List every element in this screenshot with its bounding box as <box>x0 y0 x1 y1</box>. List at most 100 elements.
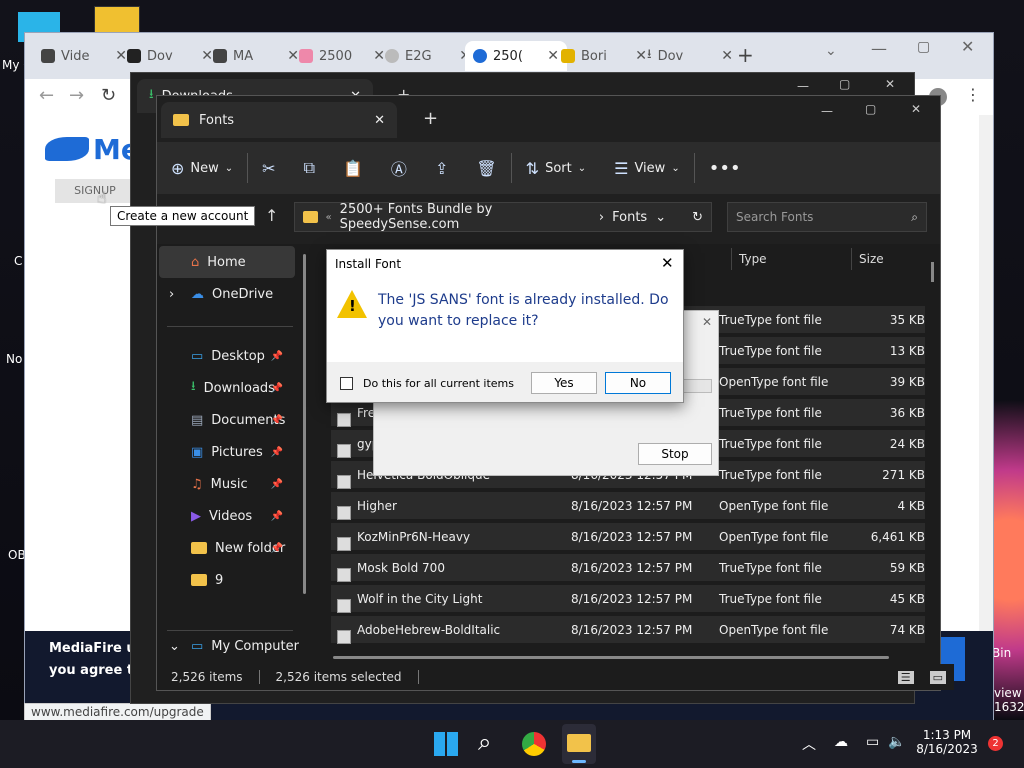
tab-search-icon[interactable]: ⌄ <box>825 43 837 59</box>
share-button[interactable]: ⇪ <box>421 142 462 194</box>
tray-chevron-up-icon[interactable]: ︿ <box>802 734 816 754</box>
delete-button[interactable]: 🗑 <box>462 142 510 194</box>
chevron-right-icon[interactable]: › <box>169 287 174 302</box>
network-icon[interactable]: ☁ <box>834 734 848 750</box>
details-view-icon[interactable]: ☰ <box>897 670 914 684</box>
sidebar-item-my-computer[interactable]: ⌄ ▭ My Computer <box>159 630 327 662</box>
tab-title: Fonts <box>199 112 235 128</box>
volume-icon[interactable]: 🔈 <box>888 734 905 750</box>
close-icon[interactable]: ✕ <box>721 48 733 64</box>
file-explorer-app-icon[interactable] <box>562 724 596 764</box>
no-button[interactable]: No <box>605 372 671 394</box>
sort-button[interactable]: ⇅ Sort ⌄ <box>512 142 600 194</box>
sidebar-scrollbar[interactable] <box>303 254 306 594</box>
divider <box>167 326 293 327</box>
sidebar-item-pictures[interactable]: ▣ Pictures 📌 <box>159 436 295 468</box>
file-size: 6,461 KB <box>870 529 925 544</box>
table-row[interactable]: KozMinPr6N-Heavy 8/16/2023 12:57 PM OpenTy… <box>331 523 925 551</box>
breadcrumb-separator: « <box>325 211 332 223</box>
more-options-button[interactable]: ••• <box>695 142 755 194</box>
table-row[interactable]: Mosk Bold 700 8/16/2023 12:57 PM TrueType … <box>331 554 925 582</box>
refresh-icon[interactable]: ↻ <box>692 210 703 225</box>
search-input[interactable]: Search Fonts ⌕ <box>727 202 927 232</box>
chrome-tab[interactable]: E2G✕ <box>377 41 479 71</box>
minimize-icon[interactable]: — <box>871 39 887 58</box>
close-icon[interactable]: ✕ <box>911 102 921 116</box>
column-header-type[interactable]: Type <box>739 252 767 266</box>
cut-button[interactable]: ✂ <box>248 142 289 194</box>
sidebar-item-music[interactable]: ♫ Music 📌 <box>159 468 295 500</box>
pin-icon[interactable]: 📌 <box>271 447 283 458</box>
chrome-tab-active[interactable]: 250(✕ <box>465 41 567 71</box>
table-row[interactable]: Wolf in the City Light 8/16/2023 12:57 PM… <box>331 585 925 613</box>
yes-button[interactable]: Yes <box>531 372 597 394</box>
breadcrumb-item[interactable]: Fonts <box>612 210 647 225</box>
tab-label: MA <box>233 48 254 64</box>
new-button[interactable]: ⊕ New ⌄ <box>157 142 247 194</box>
chrome-tab[interactable]: ⭳ Dov ✕ <box>639 41 741 71</box>
close-icon[interactable]: ✕ <box>702 315 712 329</box>
up-arrow-icon[interactable]: ↑ <box>265 206 278 225</box>
search-icon[interactable]: ⌕ <box>478 728 491 756</box>
breadcrumb-item[interactable]: 2500+ Fonts Bundle by SpeedySense.com <box>340 202 591 232</box>
display-icon[interactable]: ▭ <box>866 734 879 750</box>
sidebar-item-9[interactable]: 9 <box>159 564 295 596</box>
copy-button[interactable]: ⧉ <box>290 142 329 194</box>
maximize-icon[interactable]: ▢ <box>917 39 930 55</box>
close-icon[interactable]: ✕ <box>885 77 895 91</box>
paste-button[interactable]: 📋 <box>329 142 377 194</box>
view-button[interactable]: ☰ View ⌄ <box>600 142 694 194</box>
sidebar-item-documents[interactable]: ▤ Documents 📌 <box>159 404 295 436</box>
navigation-pane: ⌂ Home › ☁ OneDrive ▭ Desktop 📌 ⭳ Downloads 📌 ▤… <box>157 244 307 664</box>
pin-icon[interactable]: 📌 <box>271 479 283 490</box>
file-size: 59 KB <box>889 560 925 575</box>
share-icon: ⇪ <box>434 158 449 178</box>
sidebar-item-downloads[interactable]: ⭳ Downloads 📌 <box>159 372 295 404</box>
chevron-down-icon[interactable]: ⌄ <box>655 210 666 225</box>
clock[interactable]: 1:13 PM 8/16/2023 <box>912 728 982 756</box>
horizontal-scrollbar[interactable] <box>333 656 889 659</box>
close-icon[interactable]: ✕ <box>661 254 674 272</box>
new-tab-button[interactable]: + <box>423 108 438 129</box>
tiles-view-icon[interactable]: ▭ <box>929 670 946 684</box>
signup-button[interactable]: SIGNUP <box>55 179 135 203</box>
close-icon[interactable]: ✕ <box>961 37 974 56</box>
table-row[interactable]: Higher 8/16/2023 12:57 PM OpenType font fi… <box>331 492 925 520</box>
pin-icon[interactable]: 📌 <box>271 415 283 426</box>
menu-kebab-icon[interactable]: ⋮ <box>965 85 981 104</box>
pin-icon[interactable]: 📌 <box>271 543 283 554</box>
sidebar-item-desktop[interactable]: ▭ Desktop 📌 <box>159 340 295 372</box>
column-header-size[interactable]: Size <box>859 252 884 266</box>
sidebar-item-onedrive[interactable]: › ☁ OneDrive <box>159 278 295 310</box>
start-windows-icon[interactable] <box>434 732 458 756</box>
new-tab-button[interactable]: + <box>737 43 754 67</box>
table-row[interactable]: AdobeHebrew-BoldItalic 8/16/2023 12:57 PM… <box>331 616 925 644</box>
sidebar-item-new-folder[interactable]: New folder 📌 <box>159 532 295 564</box>
tab-label: E2G <box>405 48 432 64</box>
maximize-icon[interactable]: ▢ <box>865 102 876 116</box>
sidebar-item-home[interactable]: ⌂ Home <box>159 246 295 278</box>
chrome-app-icon[interactable] <box>522 732 546 756</box>
pin-icon[interactable]: 📌 <box>271 351 283 362</box>
reload-icon[interactable]: ↻ <box>101 85 116 106</box>
sidebar-item-videos[interactable]: ▶ Videos 📌 <box>159 500 295 532</box>
vertical-scrollbar[interactable] <box>931 262 934 282</box>
forward-arrow-icon[interactable]: → <box>69 85 84 106</box>
file-type: OpenType font file <box>719 529 829 544</box>
rename-button[interactable]: Ⓐ <box>377 142 421 194</box>
pin-icon[interactable]: 📌 <box>271 511 283 522</box>
file-type: TrueType font file <box>719 591 822 606</box>
minimize-icon[interactable]: — <box>821 104 833 118</box>
stop-button[interactable]: Stop <box>638 443 712 465</box>
maximize-icon[interactable]: ▢ <box>839 77 850 91</box>
chevron-down-icon[interactable]: ⌄ <box>169 639 180 654</box>
address-bar[interactable]: « 2500+ Fonts Bundle by SpeedySense.com … <box>294 202 712 232</box>
minimize-icon[interactable]: — <box>797 79 809 93</box>
notification-badge[interactable]: 2 <box>988 736 1003 751</box>
copy-icon: ⧉ <box>303 158 315 177</box>
close-icon[interactable]: ✕ <box>374 113 385 128</box>
back-arrow-icon[interactable]: ← <box>39 85 54 106</box>
explorer-tab[interactable]: Fonts ✕ <box>161 102 397 138</box>
all-items-checkbox[interactable] <box>340 377 353 390</box>
pin-icon[interactable]: 📌 <box>271 383 283 394</box>
